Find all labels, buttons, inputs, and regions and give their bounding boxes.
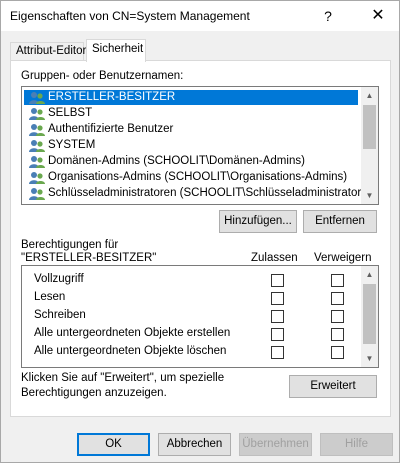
list-item-label: Domänen-Admins (SCHOOLIT\Domänen-Admins)	[48, 155, 305, 167]
close-button[interactable]: ✕	[360, 4, 396, 28]
advanced-hint-line2: Berechtigungen anzuzeigen.	[21, 387, 167, 399]
permissions-scrollbar[interactable]: ▲ ▼	[361, 266, 378, 367]
deny-checkbox[interactable]	[331, 292, 344, 305]
permission-row: Vollzugriff	[22, 271, 362, 288]
advanced-hint: Klicken Sie auf "Erweitert", um speziell…	[21, 371, 224, 401]
permissions-list: Vollzugriff Lesen Schreiben Alle unterge…	[21, 265, 379, 368]
deny-checkbox[interactable]	[331, 346, 344, 359]
allow-checkbox[interactable]	[271, 274, 284, 287]
users-group-icon	[29, 108, 45, 120]
permission-row: Lesen	[22, 289, 362, 306]
permission-label: Schreiben	[34, 309, 86, 321]
deny-checkbox[interactable]	[331, 274, 344, 287]
allow-column-header: Zulassen	[251, 252, 298, 264]
advanced-button[interactable]: Erweitert	[289, 375, 377, 398]
ok-button[interactable]: OK	[77, 433, 150, 456]
permission-row: Alle untergeordneten Objekte erstellen	[22, 325, 362, 342]
groups-listbox[interactable]: ERSTELLER-BESITZER SELBST Authentifizier…	[21, 86, 379, 205]
users-group-icon	[29, 188, 45, 200]
groups-label: Gruppen- oder Benutzernamen:	[21, 70, 184, 82]
add-button[interactable]: Hinzufügen...	[219, 210, 297, 233]
permission-label: Alle untergeordneten Objekte erstellen	[34, 327, 231, 339]
window-title: Eigenschaften von CN=System Management	[10, 9, 250, 23]
help-title-button[interactable]: ?	[310, 4, 346, 28]
permission-label: Alle untergeordneten Objekte löschen	[34, 345, 227, 357]
list-item-label: SELBST	[48, 107, 93, 119]
allow-checkbox[interactable]	[271, 292, 284, 305]
allow-checkbox[interactable]	[271, 310, 284, 323]
allow-checkbox[interactable]	[271, 346, 284, 359]
list-item-label: ERSTELLER-BESITZER	[48, 91, 176, 103]
tab-sicherheit[interactable]: Sicherheit	[86, 39, 146, 62]
apply-button[interactable]: Übernehmen	[239, 433, 312, 456]
permissions-heading-line2: "ERSTELLER-BESITZER"	[21, 252, 157, 264]
users-group-icon	[29, 172, 45, 184]
deny-column-header: Verweigern	[314, 252, 372, 264]
scroll-down-icon[interactable]: ▼	[361, 350, 378, 367]
list-item[interactable]: Authentifizierte Benutzer	[24, 122, 173, 137]
list-item[interactable]: SYSTEM	[24, 138, 95, 153]
deny-checkbox[interactable]	[331, 310, 344, 323]
properties-dialog: Eigenschaften von CN=System Management ?…	[0, 0, 400, 463]
list-item-label: SYSTEM	[48, 139, 96, 151]
allow-checkbox[interactable]	[271, 328, 284, 341]
list-item[interactable]: Schlüsseladministratoren (SCHOOLIT\Schlü…	[24, 186, 378, 201]
tab-attribut-editor[interactable]: Attribut-Editor	[10, 42, 86, 61]
permission-row: Alle untergeordneten Objekte löschen	[22, 343, 362, 360]
deny-checkbox[interactable]	[331, 328, 344, 341]
scroll-thumb[interactable]	[363, 284, 376, 344]
list-item[interactable]: SELBST	[24, 106, 92, 121]
permission-label: Vollzugriff	[34, 273, 84, 285]
advanced-hint-line1: Klicken Sie auf "Erweitert", um speziell…	[21, 372, 225, 384]
scroll-up-icon[interactable]: ▲	[361, 266, 378, 283]
cancel-button[interactable]: Abbrechen	[158, 433, 231, 456]
scroll-up-icon[interactable]: ▲	[361, 87, 378, 104]
users-group-icon	[29, 156, 45, 168]
list-item-label: Organisations-Admins (SCHOOLIT\Organisat…	[48, 171, 348, 183]
users-group-icon	[29, 124, 45, 136]
scroll-thumb[interactable]	[363, 105, 376, 149]
list-item-label: Authentifizierte Benutzer	[48, 123, 174, 135]
list-item-label: Schlüsseladministratoren (SCHOOLIT\Schlü…	[48, 187, 378, 199]
permission-row: Schreiben	[22, 307, 362, 324]
permissions-heading-line1: Berechtigungen für	[21, 239, 119, 251]
list-item[interactable]: ERSTELLER-BESITZER	[24, 90, 358, 105]
users-group-icon	[29, 92, 45, 104]
permission-label: Lesen	[34, 291, 66, 303]
scroll-down-icon[interactable]: ▼	[361, 187, 378, 204]
groups-scrollbar[interactable]: ▲ ▼	[361, 87, 378, 204]
title-bar: Eigenschaften von CN=System Management ?…	[1, 1, 399, 31]
list-item[interactable]: Organisations-Admins (SCHOOLIT\Organisat…	[24, 170, 347, 185]
help-button[interactable]: Hilfe	[320, 433, 393, 456]
remove-button[interactable]: Entfernen	[303, 210, 377, 233]
list-item[interactable]: Domänen-Admins (SCHOOLIT\Domänen-Admins)	[24, 154, 305, 169]
users-group-icon	[29, 140, 45, 152]
